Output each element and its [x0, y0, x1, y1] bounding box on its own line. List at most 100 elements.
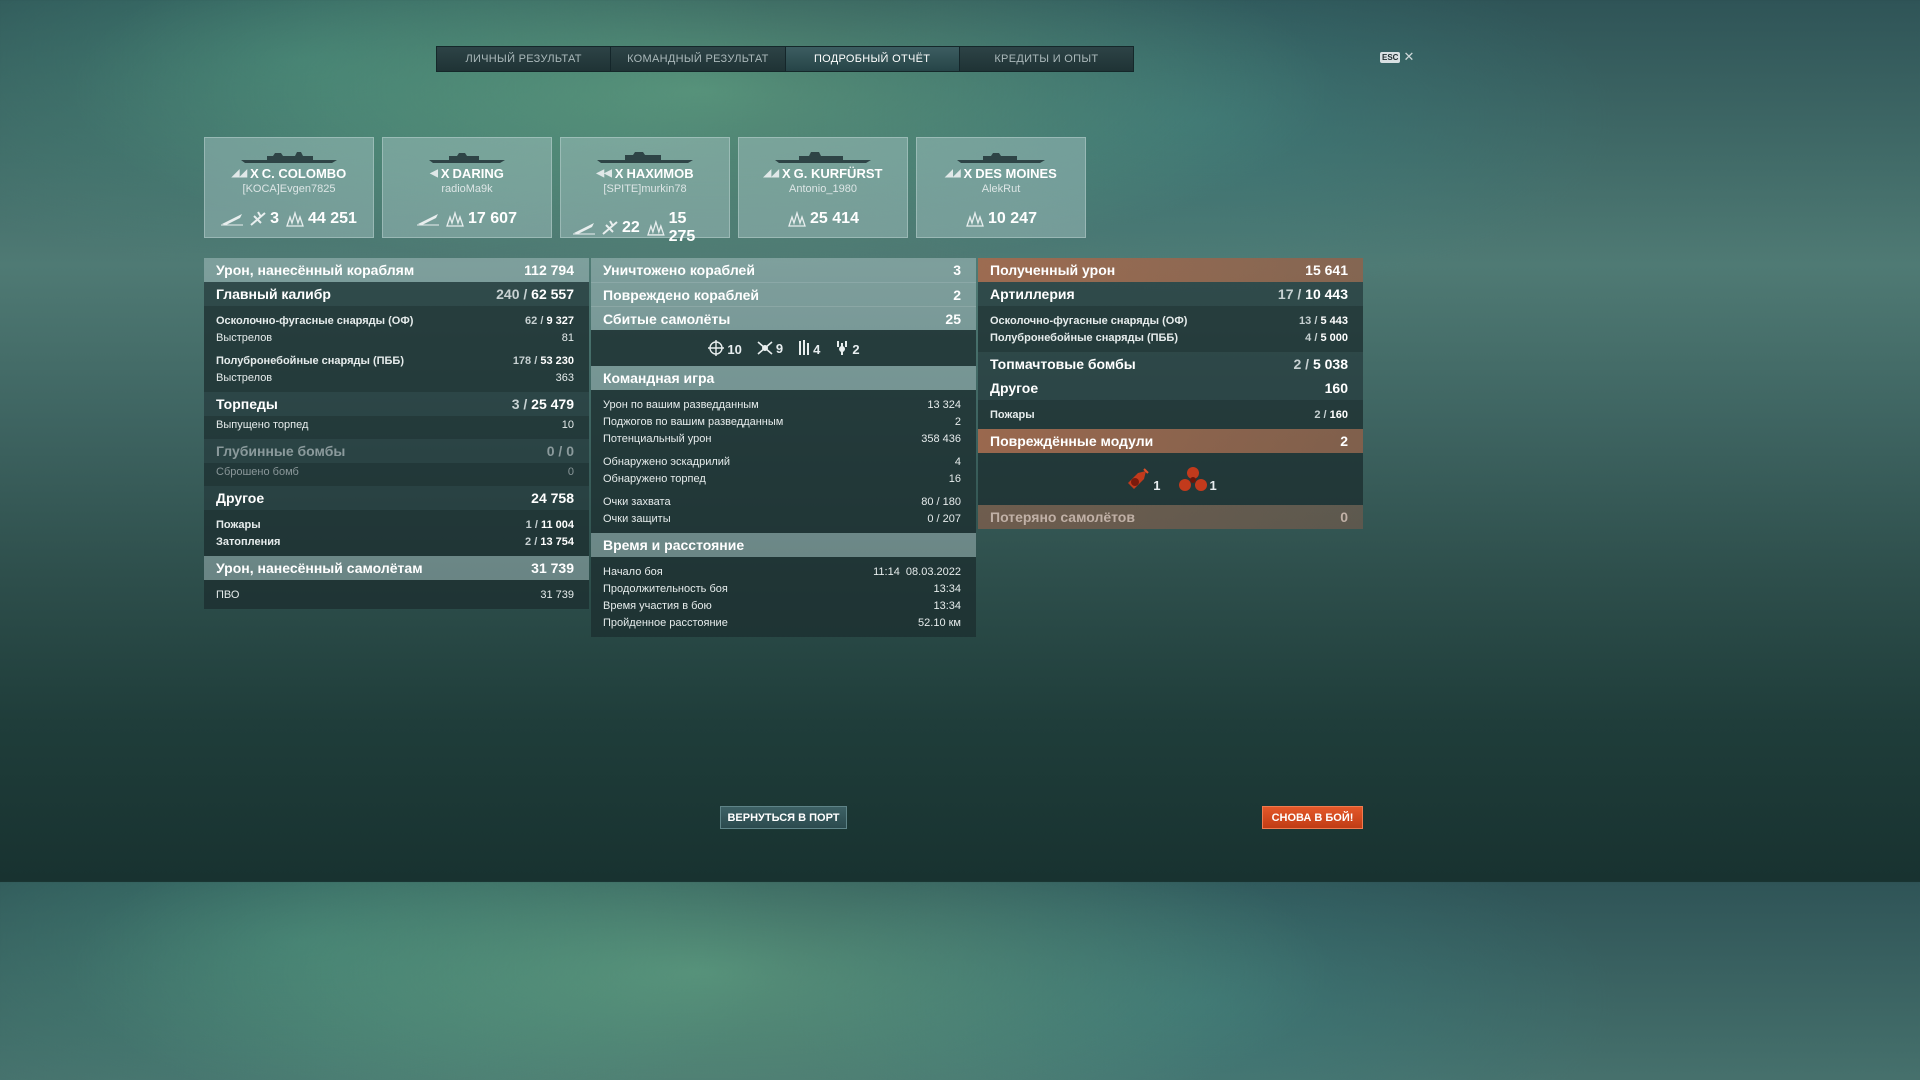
- torps-spotted-row: Обнаружено торпед 16: [591, 470, 976, 487]
- player-card[interactable]: ◀ X DARING radioMa9k 17 607: [382, 137, 552, 238]
- aa-row: ПВО 31 739: [204, 586, 589, 603]
- damage-received-header: Полученный урон 15 641: [978, 258, 1363, 282]
- received-ap-label: Полубронебойные снаряды (ПББ): [990, 331, 1178, 344]
- tab-personal-result[interactable]: ЛИЧНЫЙ РЕЗУЛЬТАТ: [437, 47, 612, 71]
- ships-damaged-row: Повреждено кораблей 2: [591, 282, 976, 306]
- destroyer-class-icon: ◀: [430, 168, 438, 179]
- tab-team-result[interactable]: КОМАНДНЫЙ РЕЗУЛЬТАТ: [611, 47, 786, 71]
- planes-destroyed-stat: 22: [601, 219, 640, 237]
- ship-name: ◢◢ X G. KURFÜRST: [739, 166, 907, 181]
- damage-received-label: Полученный урон: [990, 262, 1116, 278]
- result-tabs: ЛИЧНЫЙ РЕЗУЛЬТАТ КОМАНДНЫЙ РЕЗУЛЬТАТ ПОД…: [436, 46, 1134, 72]
- defense-points-row: Очки защиты 0 / 207: [591, 510, 976, 527]
- potential-damage-label: Потенциальный урон: [603, 432, 712, 445]
- propeller-module: 1: [1177, 465, 1217, 493]
- plane-damage-value: 31 739: [531, 560, 574, 576]
- participation-time-value: 13:34: [933, 599, 961, 612]
- ship-name: ◀ X DARING: [383, 166, 551, 181]
- other-damage-value: 24 758: [531, 490, 574, 506]
- tab-credits-xp[interactable]: КРЕДИТЫ И ОПЫТ: [959, 47, 1133, 71]
- ship-name: ◢◢ X DES MOINES: [917, 166, 1085, 181]
- attack-aircraft-stat: 9: [756, 340, 783, 356]
- team-play-title: Командная игра: [603, 370, 715, 386]
- distance-label: Пройденное расстояние: [603, 616, 728, 629]
- received-fires-label: Пожары: [990, 408, 1035, 421]
- ship-damage-value: 112 794: [524, 262, 574, 278]
- card-stats: 10 247: [929, 210, 1073, 228]
- ap-row: Полубронебойные снаряды (ПББ) 178 / 53 2…: [204, 352, 589, 369]
- battleship-class-icon: ◢◢: [763, 168, 779, 179]
- received-fires-value: 2 / 160: [1314, 408, 1348, 421]
- ship-sunk-icon: [417, 212, 440, 226]
- planes-destroyed-value: 3: [270, 210, 279, 227]
- cruiser-class-icon: ◢◢: [945, 168, 961, 179]
- battle-duration-value: 13:34: [933, 582, 961, 595]
- damage-dealt-panel: Урон, нанесённый кораблям 112 794 Главны…: [204, 258, 589, 609]
- close-button[interactable]: ESC ✕: [1380, 49, 1414, 65]
- he-shots-label: Выстрелов: [216, 331, 273, 344]
- explosion-icon: [286, 211, 304, 227]
- spotting-fires-value: 2: [954, 415, 961, 428]
- ship-name: ◢◢ X C. COLOMBO: [205, 166, 373, 181]
- capture-points-row: Очки захвата 80 / 180: [591, 493, 976, 510]
- player-card[interactable]: ◀◀ X НАХИМОВ [SPITE]murkin78 22 15 275: [560, 137, 730, 245]
- planes-lost-row: Потеряно самолётов 0: [978, 505, 1363, 529]
- distance-value: 52.10 км: [918, 616, 961, 629]
- damage-value: 10 247: [988, 210, 1037, 227]
- achievements-panel: Уничтожено кораблей 3 Повреждено корабле…: [591, 258, 976, 637]
- dive-bomber-icon: [837, 341, 848, 355]
- potential-damage-row: Потенциальный урон 358 436: [591, 430, 976, 447]
- torps-launched-row: Выпущено торпед 10: [204, 416, 589, 433]
- ship-title: C. COLOMBO: [261, 166, 347, 181]
- bombs-dropped-row: Сброшено бомб 0: [204, 463, 589, 480]
- card-stats: 3 44 251: [217, 210, 361, 228]
- plane-damage-header: Урон, нанесённый самолётам 31 739: [204, 556, 589, 580]
- torpedo-bomber-icon: [799, 340, 810, 355]
- damage-value: 44 251: [307, 210, 357, 227]
- ships-destroyed-row: Уничтожено кораблей 3: [591, 258, 976, 282]
- card-stats: 22 15 275: [573, 210, 717, 246]
- propeller-icon: [1178, 467, 1207, 491]
- aa-value: 31 739: [540, 588, 574, 601]
- damage-value: 15 275: [668, 210, 696, 245]
- ap-label: Полубронебойные снаряды (ПББ): [216, 354, 404, 367]
- floods-row: Затопления 2 / 13 754: [204, 533, 589, 550]
- player-card[interactable]: ◢◢ X G. KURFÜRST Antonio_1980 25 414: [738, 137, 908, 238]
- tab-detailed-report[interactable]: ПОДРОБНЫЙ ОТЧЁТ: [785, 47, 960, 71]
- player-name: [KOCA]Evgen7825: [242, 183, 336, 195]
- potential-damage-value: 358 436: [921, 432, 961, 445]
- artillery-label: Артиллерия: [990, 286, 1075, 302]
- planes-lost-value: 0: [1340, 509, 1348, 525]
- he-shots-row: Выстрелов 81: [204, 329, 589, 346]
- ap-shots-row: Выстрелов 363: [204, 369, 589, 386]
- torps-launched-value: 10: [561, 418, 574, 431]
- fires-row: Пожары 1 / 11 004: [204, 516, 589, 533]
- ship-title: DES MOINES: [975, 166, 1057, 181]
- close-icon[interactable]: ✕: [1403, 49, 1414, 65]
- defense-points-value: 0 / 207: [927, 512, 961, 525]
- capture-points-label: Очки захвата: [603, 495, 671, 508]
- return-to-port-button[interactable]: ВЕРНУТЬСЯ В ПОРТ: [720, 806, 847, 829]
- damage-stat: 15 275: [646, 210, 717, 246]
- floods-label: Затопления: [216, 535, 281, 548]
- player-card[interactable]: ◢◢ X DES MOINES AlekRut 10 247: [916, 137, 1086, 238]
- plane-damage-label: Урон, нанесённый самолётам: [216, 560, 423, 576]
- ships-damaged-value: 2: [953, 286, 961, 303]
- skip-bombs-row: Топмачтовые бомбы 2 / 5 038: [978, 352, 1363, 376]
- player-card[interactable]: ◢◢ X C. COLOMBO [KOCA]Evgen7825 3 44 251: [204, 137, 374, 238]
- explosion-icon: [446, 211, 464, 227]
- ship-sunk-icon: [221, 212, 244, 226]
- battle-again-button[interactable]: СНОВА В БОЙ!: [1262, 806, 1363, 829]
- player-name: radioMa9k: [441, 183, 493, 195]
- depth-charges-row: Глубинные бомбы 0 / 0: [204, 439, 589, 463]
- fighters-stat: 10: [707, 339, 742, 357]
- he-shots-value: 81: [561, 331, 574, 344]
- fires-label: Пожары: [216, 518, 261, 531]
- received-other-value: 160: [1324, 380, 1348, 396]
- received-he-row: Осколочно-фугасные снаряды (ОФ) 13 / 5 4…: [978, 312, 1363, 329]
- received-other-label: Другое: [990, 380, 1039, 396]
- other-damage-row: Другое 24 758: [204, 486, 589, 510]
- ship-silhouette-icon: [429, 153, 505, 163]
- ship-damage-label: Урон, нанесённый кораблям: [216, 262, 415, 278]
- he-value: 62 / 9 327: [525, 314, 574, 327]
